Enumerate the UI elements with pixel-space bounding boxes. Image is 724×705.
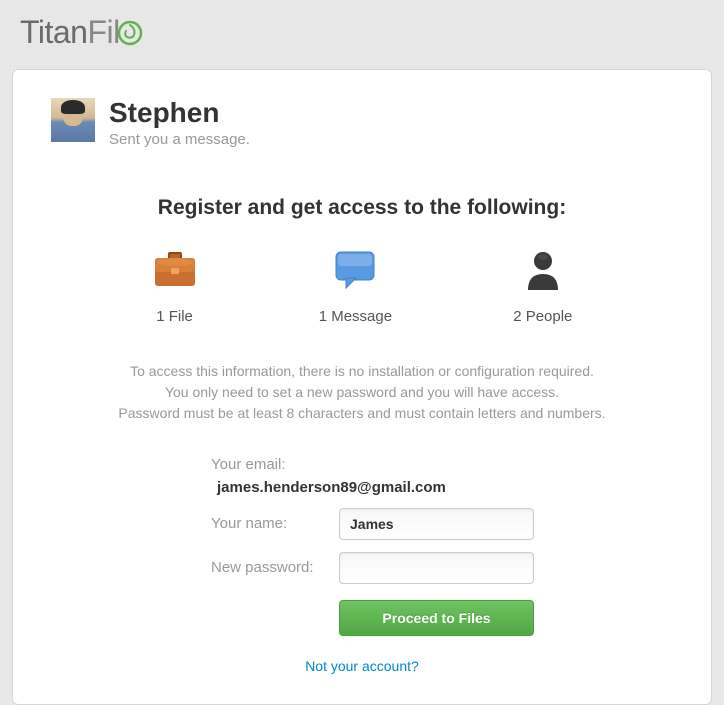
not-account-link[interactable]: Not your account? xyxy=(305,658,419,674)
speech-bubble-icon xyxy=(332,248,378,292)
sender-name: Stephen xyxy=(109,98,250,129)
password-row: New password: xyxy=(211,552,523,584)
info-line-1: To access this information, there is no … xyxy=(51,361,673,382)
info-text: To access this information, there is no … xyxy=(51,361,673,424)
access-people-label: 2 People xyxy=(513,308,572,325)
page-header: TitanFil xyxy=(0,0,724,69)
access-row: 1 File 1 Message 2 People xyxy=(51,248,673,325)
sender-avatar xyxy=(51,98,95,142)
access-message-label: 1 Message xyxy=(319,308,392,325)
info-line-2: You only need to set a new password and … xyxy=(51,382,673,403)
briefcase-icon xyxy=(152,248,198,292)
email-value: james.henderson89@gmail.com xyxy=(211,479,446,496)
sender-info: Stephen Sent you a message. xyxy=(109,98,250,148)
email-value-row: james.henderson89@gmail.com xyxy=(211,479,523,496)
password-input[interactable] xyxy=(339,552,534,584)
access-item-message: 1 Message xyxy=(319,248,392,325)
access-item-people: 2 People xyxy=(513,248,572,325)
proceed-button[interactable]: Proceed to Files xyxy=(339,600,534,636)
name-input[interactable] xyxy=(339,508,534,540)
button-row: Proceed to Files xyxy=(211,600,523,636)
not-account-row: Not your account? xyxy=(51,658,673,676)
main-card: Stephen Sent you a message. Register and… xyxy=(12,69,712,705)
email-label: Your email: xyxy=(211,456,339,473)
register-heading: Register and get access to the following… xyxy=(51,196,673,220)
brand-part1: Titan xyxy=(20,14,87,50)
swirl-icon xyxy=(116,18,144,46)
name-label: Your name: xyxy=(211,515,339,532)
access-file-label: 1 File xyxy=(156,308,193,325)
email-row: Your email: xyxy=(211,456,523,473)
registration-form: Your email: james.henderson89@gmail.com … xyxy=(51,456,673,636)
person-icon xyxy=(520,248,566,292)
info-line-3: Password must be at least 8 characters a… xyxy=(51,403,673,424)
brand-logo: TitanFil xyxy=(20,14,704,51)
password-label: New password: xyxy=(211,559,339,576)
name-row: Your name: xyxy=(211,508,523,540)
access-item-file: 1 File xyxy=(152,248,198,325)
sender-subtext: Sent you a message. xyxy=(109,131,250,148)
sender-row: Stephen Sent you a message. xyxy=(51,98,673,148)
